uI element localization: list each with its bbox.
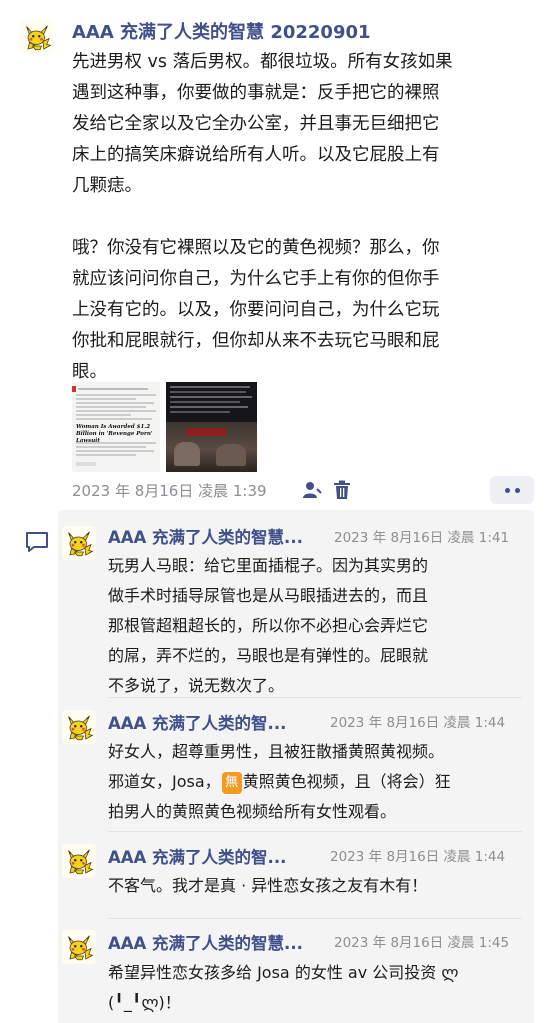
comment-body: 好女人，超尊重男性，且被狂散播黄照黄视频。 邪道女，Josa，無黄照黄色视频，且… bbox=[108, 737, 451, 827]
comment-body: 希望异性恋女孩多给 Josa 的女性 av 公司投资 ლ (╹_╹ლ)！ bbox=[108, 958, 458, 1018]
comment-timestamp: 2023 年 8月16日 凌晨 1:45 bbox=[334, 935, 510, 951]
comment-line: 玩男人马眼：给它里面插棍子。因为其实男的 bbox=[108, 556, 429, 575]
comment-author-name[interactable]: AAA 充满了人类的智慧... bbox=[108, 524, 303, 548]
pikachu-avatar-icon bbox=[64, 846, 94, 876]
comment-line: 不客气。我才是真 · 异性恋女孩之友有木有！ bbox=[108, 876, 428, 895]
more-dot-icon bbox=[514, 487, 520, 493]
post-line: 上没有它的。以及，你要问问自己，为什么它玩 bbox=[72, 300, 440, 320]
comment-line: (╹_╹ლ)！ bbox=[108, 993, 181, 1012]
post-timestamp: 2023 年 8月16日 凌晨 1:39 bbox=[72, 482, 267, 500]
comment-author-name[interactable]: AAA 充满了人类的智... bbox=[108, 844, 286, 868]
comment-line: 的屌，弄不烂的，马眼也是有弹性的。屁眼就 bbox=[108, 646, 429, 665]
comment-line: 邪道女，Josa，無黄照黄色视频，且（将会）狂 bbox=[108, 767, 451, 797]
comment-author-avatar[interactable] bbox=[62, 710, 96, 744]
divider bbox=[108, 918, 522, 919]
post-line: 床上的搞笑床癖说给所有人听。以及它屁股上有 bbox=[72, 145, 440, 165]
comment-text: 黄照黄色视频，且（将会）狂 bbox=[242, 772, 451, 791]
comment-text: 邪道女，Josa， bbox=[108, 772, 221, 791]
divider bbox=[108, 697, 522, 698]
post-image-article[interactable]: Woman Is Awarded $1.2 Billion in 'Reveng… bbox=[72, 382, 160, 472]
post-line: 发给它全家以及它全办公室，并且事无巨细把它 bbox=[72, 114, 440, 134]
post-image-video[interactable] bbox=[166, 382, 257, 472]
more-options-button[interactable] bbox=[490, 476, 534, 504]
post-line: 先进男权 vs 落后男权。都很垃圾。所有女孩如果 bbox=[72, 52, 453, 72]
post-line: 几颗痣。 bbox=[72, 176, 142, 196]
user-mention-icon[interactable] bbox=[302, 480, 322, 500]
post-author-name[interactable]: AAA 充满了人类的智慧 20220901 bbox=[72, 18, 371, 44]
comment-line: 拍男人的黄照黄色视频给所有女性观看。 bbox=[108, 802, 397, 821]
comment-line: 好女人，超尊重男性，且被狂散播黄照黄视频。 bbox=[108, 742, 445, 761]
wu-emoji-icon: 無 bbox=[221, 771, 242, 794]
pikachu-avatar-icon bbox=[64, 712, 94, 742]
post-author-avatar[interactable] bbox=[20, 20, 54, 54]
comment-line: 做手术时插导尿管也是从马眼插进去的，而且 bbox=[108, 586, 429, 605]
comment-author-avatar[interactable] bbox=[62, 526, 96, 560]
comment-author-name[interactable]: AAA 充满了人类的智... bbox=[108, 710, 286, 734]
comment-body: 不客气。我才是真 · 异性恋女孩之友有木有！ bbox=[108, 871, 427, 901]
pikachu-avatar-icon bbox=[64, 932, 94, 962]
divider bbox=[108, 831, 522, 832]
comment-timestamp: 2023 年 8月16日 凌晨 1:44 bbox=[330, 849, 506, 865]
post-line bbox=[72, 202, 453, 233]
comment-author-avatar[interactable] bbox=[62, 930, 96, 964]
pikachu-avatar-icon bbox=[22, 22, 52, 52]
comment-timestamp: 2023 年 8月16日 凌晨 1:44 bbox=[330, 715, 506, 731]
post-line: 就应该问问你自己，为什么它手上有你的但你手 bbox=[72, 269, 440, 289]
comment-body: 玩男人马眼：给它里面插棍子。因为其实男的 做手术时插导尿管也是从马眼插进去的，而… bbox=[108, 551, 428, 701]
post-line: 你批和屁眼就行，但你却从来不去玩它马眼和屁 bbox=[72, 331, 440, 351]
pikachu-avatar-icon bbox=[64, 528, 94, 558]
post-line: 遇到这种事，你要做的事就是：反手把它的裸照 bbox=[72, 83, 440, 103]
trash-icon[interactable] bbox=[333, 480, 351, 500]
comment-author-name[interactable]: AAA 充满了人类的智慧... bbox=[108, 930, 303, 954]
comment-line: 那根管超粗超长的，所以你不必担心会弄烂它 bbox=[108, 616, 429, 635]
post-body: 先进男权 vs 落后男权。都很垃圾。所有女孩如果 遇到这种事，你要做的事就是：反… bbox=[72, 47, 453, 388]
comment-author-avatar[interactable] bbox=[62, 844, 96, 878]
more-dot-icon bbox=[504, 487, 510, 493]
comment-timestamp: 2023 年 8月16日 凌晨 1:41 bbox=[334, 530, 510, 546]
comment-icon bbox=[26, 532, 48, 552]
post-line: 哦？你没有它裸照以及它的黄色视频？那么，你 bbox=[72, 238, 440, 258]
comment-line: 希望异性恋女孩多给 Josa 的女性 av 公司投资 ლ bbox=[108, 963, 459, 982]
